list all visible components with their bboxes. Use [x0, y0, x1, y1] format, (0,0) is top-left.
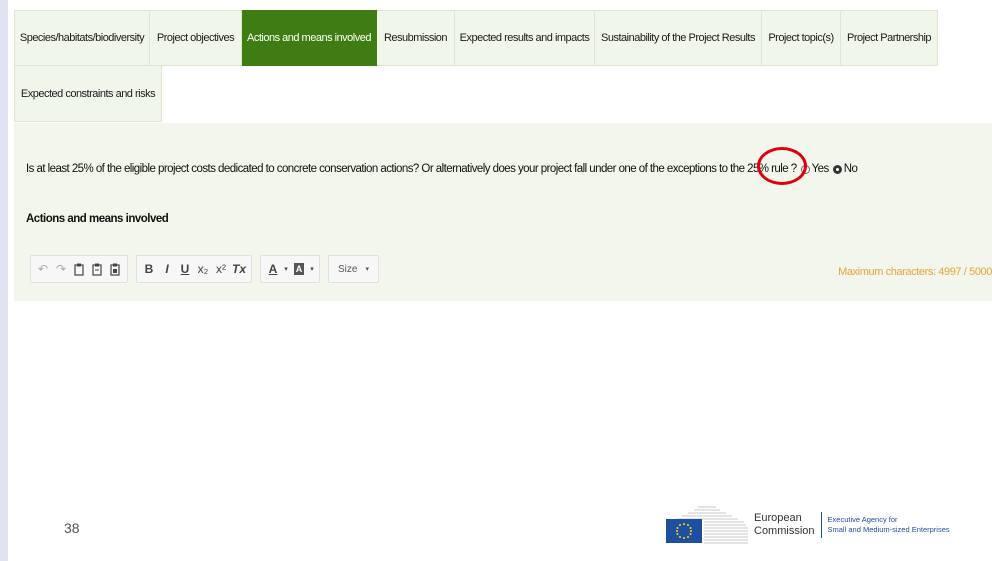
logo-line1: European	[754, 512, 802, 524]
chevron-down-icon[interactable]: ▾	[308, 258, 316, 280]
actions-field-label: Actions and means involved	[26, 213, 169, 225]
left-stripe	[0, 0, 8, 561]
paste-text-icon[interactable]	[88, 258, 106, 280]
tab-bar: Species/habitats/biodiversity Project ob…	[14, 10, 938, 122]
size-label: Size	[338, 263, 358, 275]
chevron-down-icon[interactable]: ▾	[282, 258, 290, 280]
chevron-down-icon: ▾	[365, 266, 369, 273]
tab-project-topics[interactable]: Project topic(s)	[762, 10, 841, 66]
tab-expected-constraints[interactable]: Expected constraints and risks	[14, 66, 162, 122]
commission-name: European Commission	[754, 512, 815, 538]
toolbar-group-colors: A ▾ A ▾	[260, 255, 320, 283]
tab-project-partnership[interactable]: Project Partnership	[841, 10, 938, 66]
logo-graphic	[654, 503, 750, 547]
italic-button[interactable]: I	[158, 258, 176, 280]
paste-word-icon[interactable]	[106, 258, 124, 280]
toolbar-group-size: Size ▾	[328, 255, 379, 283]
tab-row-1: Species/habitats/biodiversity Project ob…	[14, 10, 938, 66]
size-select[interactable]: Size ▾	[332, 264, 375, 275]
toolbar-group-format: B I U x₂ x² Tx	[136, 255, 252, 283]
tab-expected-results[interactable]: Expected results and impacts	[455, 10, 595, 66]
tab-row-2: Expected constraints and risks	[14, 66, 938, 122]
conservation-question: Is at least 25% of the eligible project …	[26, 163, 858, 175]
logo-line2: Commission	[754, 525, 815, 537]
undo-icon[interactable]: ↶	[34, 258, 52, 280]
max-characters-counter: Maximum characters: 4997 / 5000	[838, 266, 992, 278]
tab-project-objectives[interactable]: Project objectives	[150, 10, 242, 66]
tab-resubmission[interactable]: Resubmission	[377, 10, 455, 66]
eu-flag-icon	[666, 519, 702, 543]
logo-separator	[820, 512, 822, 538]
editor-toolbar: ↶ ↷ B I U x₂ x² Tx A ▾ A ▾ Size ▾	[30, 255, 387, 283]
superscript-button[interactable]: x²	[212, 258, 230, 280]
underline-button[interactable]: U	[176, 258, 194, 280]
tab-species-habitats[interactable]: Species/habitats/biodiversity	[14, 10, 150, 66]
subscript-button[interactable]: x₂	[194, 258, 212, 280]
no-radio[interactable]	[832, 164, 842, 174]
bg-color-glyph: A	[294, 263, 304, 275]
tab-sustainability[interactable]: Sustainability of the Project Results	[595, 10, 762, 66]
tab-actions-means[interactable]: Actions and means involved	[242, 10, 377, 66]
agency-line1: Executive Agency for	[827, 515, 898, 524]
text-color-button[interactable]: A	[264, 258, 282, 280]
agency-name: Executive Agency for Small and Medium-si…	[828, 515, 950, 535]
no-label[interactable]: No	[844, 163, 858, 175]
european-commission-logo: European Commission Executive Agency for…	[654, 500, 950, 550]
paste-icon[interactable]	[70, 258, 88, 280]
bg-color-button[interactable]: A	[290, 258, 308, 280]
question-text: Is at least 25% of the eligible project …	[26, 163, 797, 175]
page-number: 38	[64, 520, 80, 536]
toolbar-group-clipboard: ↶ ↷	[30, 255, 128, 283]
redo-icon[interactable]: ↷	[52, 258, 70, 280]
form-panel: Is at least 25% of the eligible project …	[14, 123, 992, 301]
yes-radio[interactable]	[800, 164, 810, 174]
yes-label[interactable]: Yes	[812, 163, 830, 175]
bold-button[interactable]: B	[140, 258, 158, 280]
remove-format-button[interactable]: Tx	[230, 258, 248, 280]
agency-line2: Small and Medium-sized Enterprises	[827, 525, 950, 534]
